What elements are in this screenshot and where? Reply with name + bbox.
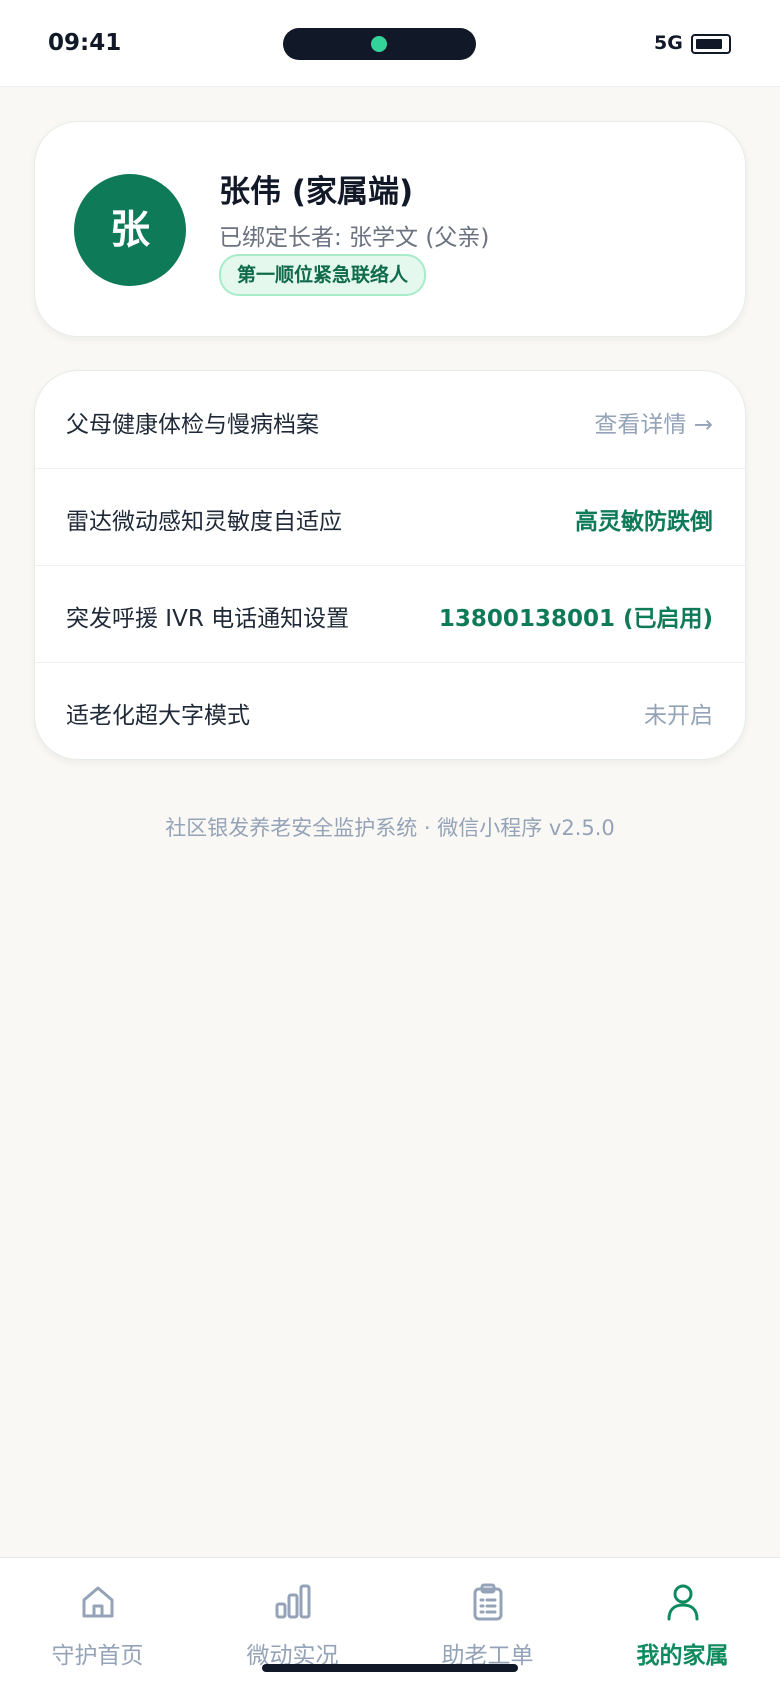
settings-row-large-font-mode[interactable]: 适老化超大字模式 未开启 [35,662,745,759]
tab-my-family[interactable]: 我的家属 [585,1558,780,1689]
user-name: 张伟 (家属端) [219,174,414,210]
bound-elder-info: 已绑定长者: 张学文 (父亲) [219,225,490,251]
clipboard-icon [473,1583,503,1621]
settings-row-health-records[interactable]: 父母健康体检与慢病档案 查看详情 → [35,371,745,469]
settings-row-label: 雷达微动感知灵敏度自适应 [66,509,342,535]
settings-list: 父母健康体检与慢病档案 查看详情 → 雷达微动感知灵敏度自适应 高灵敏防跌倒 突… [34,370,746,760]
bar-chart-icon [275,1584,311,1619]
settings-row-value: 13800138001 (已启用) [438,606,713,632]
dynamic-island [283,28,476,60]
settings-row-value: 高灵敏防跌倒 [575,509,713,535]
settings-row-value: 查看详情 → [594,412,713,438]
tab-home[interactable]: 守护首页 [0,1558,195,1689]
battery-icon [691,34,731,54]
avatar: 张 [74,174,186,286]
app-version-note: 社区银发养老安全监护系统 · 微信小程序 v2.5.0 [165,816,615,840]
profile-card: 张 张伟 (家属端) 已绑定长者: 张学文 (父亲) 第一顺位紧急联络人 [34,121,746,337]
settings-row-label: 适老化超大字模式 [66,703,250,729]
settings-row-label: 突发呼援 IVR 电话通知设置 [66,606,350,632]
role-badge: 第一顺位紧急联络人 [219,254,427,296]
status-time: 09:41 [48,30,122,56]
settings-row-radar-sensitivity[interactable]: 雷达微动感知灵敏度自适应 高灵敏防跌倒 [35,468,745,566]
tab-label: 我的家属 [636,1643,729,1669]
settings-row-value: 未开启 [644,703,713,729]
network-indicator: 5G [654,32,683,54]
settings-row-ivr-notification[interactable]: 突发呼援 IVR 电话通知设置 13800138001 (已启用) [35,565,745,663]
settings-row-label: 父母健康体检与慢病档案 [66,412,319,438]
camera-indicator-icon [371,36,387,52]
home-icon [82,1586,114,1618]
user-icon [667,1584,699,1621]
status-bar: 09:41 5G [0,0,780,87]
tab-label: 守护首页 [51,1643,144,1669]
home-indicator [262,1664,518,1672]
